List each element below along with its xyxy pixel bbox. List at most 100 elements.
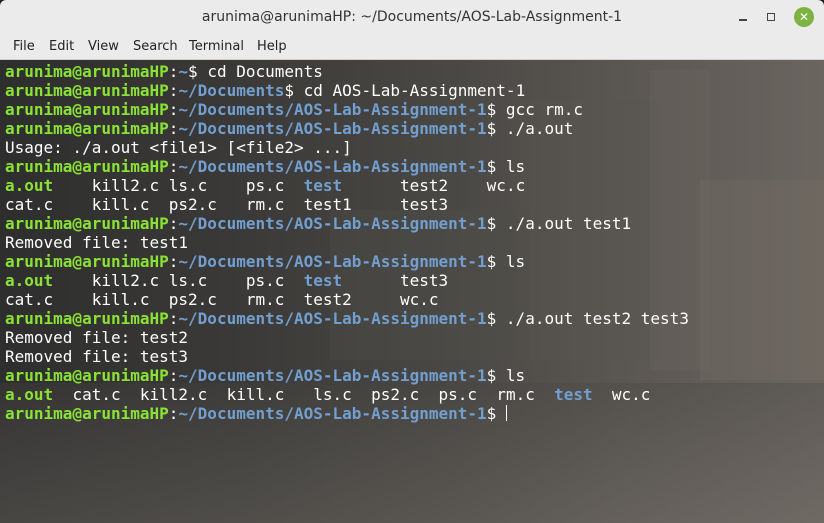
prompt-dollar: $ — [284, 81, 304, 100]
prompt-dollar: $ — [486, 100, 506, 119]
prompt-separator: : — [168, 309, 179, 328]
maximize-icon — [767, 13, 775, 21]
ls-file: wc.c — [611, 385, 651, 404]
ls-file: ls.c — [168, 271, 208, 290]
prompt-dollar: $ — [486, 404, 506, 423]
ls-file: test1 — [303, 195, 352, 214]
command-text: gcc rm.c — [505, 100, 583, 119]
command-text: ls — [505, 157, 526, 176]
prompt-separator: : — [168, 404, 179, 423]
terminal-area[interactable]: arunima@arunimaHP:~$ cd Documents arunima… — [0, 60, 824, 523]
prompt-dollar: $ — [486, 157, 506, 176]
terminal-line: arunima@arunimaHP:~$ cd Documents — [5, 62, 689, 81]
prompt-path: ~/Documents/AOS-Lab-Assignment-1 — [178, 214, 487, 233]
ls-file: kill.c — [226, 385, 285, 404]
ls-file: test2 — [399, 176, 449, 195]
ls-file: cat.c — [5, 290, 54, 309]
command-text: ls — [505, 252, 526, 271]
prompt-user: arunima@arunimaHP — [5, 404, 169, 423]
prompt-user: arunima@arunimaHP — [5, 366, 169, 385]
terminal-line: arunima@arunimaHP:~/Documents/AOS-Lab-As… — [5, 404, 689, 423]
terminal-line: arunima@arunimaHP:~/Documents$ cd AOS-La… — [5, 81, 689, 100]
ls-file: test2 — [303, 290, 352, 309]
ls-file: wc.c — [399, 290, 439, 309]
menu-file[interactable]: File — [12, 35, 36, 59]
prompt-user: arunima@arunimaHP — [5, 81, 169, 100]
ls-file: ps2.c — [168, 195, 217, 214]
prompt-dollar: $ — [486, 214, 506, 233]
ls-file: kill2.c — [139, 385, 208, 404]
terminal-line: a.out kill2.c ls.c ps.c test test2 wc.c — [5, 176, 689, 195]
text-cursor — [505, 405, 507, 421]
menu-help[interactable]: Help — [256, 35, 288, 59]
terminal-line: a.out kill2.c ls.c ps.c test test3 — [5, 271, 689, 290]
prompt-user: arunima@arunimaHP — [5, 100, 169, 119]
prompt-separator: : — [168, 157, 179, 176]
title-bar[interactable]: arunima@arunimaHP: ~/Documents/AOS-Lab-A… — [0, 0, 824, 36]
prompt-user: arunima@arunimaHP — [5, 309, 169, 328]
output-text: Removed file: test1 — [5, 233, 189, 252]
prompt-path: ~/Documents/AOS-Lab-Assignment-1 — [178, 404, 487, 423]
ls-file: kill.c — [91, 290, 150, 309]
ls-file: ps.c — [245, 271, 285, 290]
prompt-path: ~/Documents/AOS-Lab-Assignment-1 — [178, 309, 487, 328]
terminal-line: Removed file: test3 — [5, 347, 689, 366]
terminal-line: Usage: ./a.out <file1> [<file2> ...] — [5, 138, 689, 157]
command-text: ./a.out — [505, 119, 574, 138]
output-text: Usage: ./a.out <file1> [<file2> ...] — [5, 138, 352, 157]
terminal-line: arunima@arunimaHP:~/Documents/AOS-Lab-As… — [5, 309, 689, 328]
prompt-dollar: $ — [486, 366, 506, 385]
prompt-path: ~/Documents/AOS-Lab-Assignment-1 — [178, 366, 487, 385]
prompt-dollar: $ — [486, 309, 506, 328]
prompt-dollar: $ — [486, 252, 506, 271]
terminal-line: cat.c kill.c ps2.c rm.c test1 test3 — [5, 195, 689, 214]
menu-terminal[interactable]: Terminal — [188, 35, 245, 59]
ls-file: rm.c — [245, 195, 285, 214]
terminal-line: arunima@arunimaHP:~/Documents/AOS-Lab-As… — [5, 214, 689, 233]
menu-view[interactable]: View — [87, 35, 120, 59]
terminal-line: arunima@arunimaHP:~/Documents/AOS-Lab-As… — [5, 252, 689, 271]
ls-file: kill.c — [91, 195, 150, 214]
prompt-user: arunima@arunimaHP — [5, 157, 169, 176]
ls-file: ps2.c — [371, 385, 420, 404]
prompt-path: ~/Documents — [178, 81, 285, 100]
prompt-dollar: $ — [486, 119, 506, 138]
menu-edit[interactable]: Edit — [48, 35, 75, 59]
output-text: Removed file: test2 — [5, 328, 189, 347]
prompt-separator: : — [168, 81, 179, 100]
background-building — [700, 180, 824, 380]
ls-file: cat.c — [5, 195, 54, 214]
prompt-path: ~/Documents/AOS-Lab-Assignment-1 — [178, 119, 487, 138]
command-text: cd AOS-Lab-Assignment-1 — [303, 81, 526, 100]
ls-directory: test — [554, 385, 593, 404]
prompt-user: arunima@arunimaHP — [5, 252, 169, 271]
minimize-button[interactable] — [733, 7, 753, 27]
close-button[interactable]: ✕ — [794, 7, 814, 27]
terminal-line: Removed file: test2 — [5, 328, 689, 347]
menu-search[interactable]: Search — [132, 35, 179, 59]
terminal-line: arunima@arunimaHP:~/Documents/AOS-Lab-As… — [5, 100, 689, 119]
maximize-button[interactable] — [761, 7, 781, 27]
terminal-line: arunima@arunimaHP:~/Documents/AOS-Lab-As… — [5, 366, 689, 385]
ls-file: cat.c — [72, 385, 121, 404]
ls-executable: a.out — [5, 271, 54, 290]
ls-file: kill2.c — [91, 176, 160, 195]
output-text: Removed file: test3 — [5, 347, 189, 366]
terminal-line: cat.c kill.c ps2.c rm.c test2 wc.c — [5, 290, 689, 309]
prompt-separator: : — [168, 100, 179, 119]
terminal-line: arunima@arunimaHP:~/Documents/AOS-Lab-As… — [5, 157, 689, 176]
window-title: arunima@arunimaHP: ~/Documents/AOS-Lab-A… — [201, 9, 623, 25]
ls-file: ls.c — [168, 176, 208, 195]
prompt-separator: : — [168, 366, 179, 385]
ls-file: kill2.c — [91, 271, 160, 290]
prompt-dollar: $ — [188, 62, 208, 81]
close-icon: ✕ — [798, 10, 810, 24]
ls-directory: test — [303, 176, 343, 195]
ls-file: ps2.c — [168, 290, 217, 309]
command-text: ./a.out test1 — [505, 214, 632, 233]
prompt-path: ~ — [178, 62, 189, 81]
prompt-user: arunima@arunimaHP — [5, 214, 169, 233]
prompt-user: arunima@arunimaHP — [5, 119, 169, 138]
ls-file: ls.c — [313, 385, 352, 404]
terminal-line: arunima@arunimaHP:~/Documents/AOS-Lab-As… — [5, 119, 689, 138]
